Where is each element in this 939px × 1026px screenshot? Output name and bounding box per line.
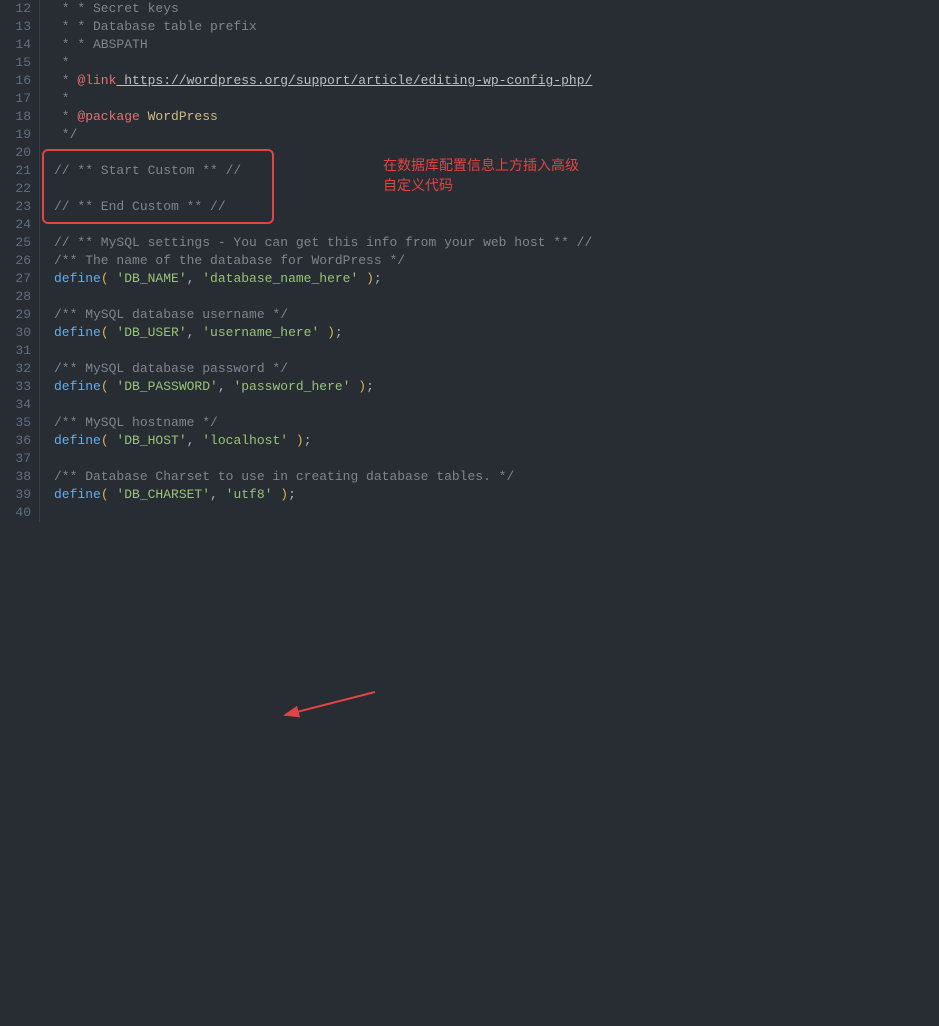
paren: ) (272, 487, 288, 502)
line-number: 23 (0, 198, 31, 216)
line-number: 28 (0, 288, 31, 306)
string: 'DB_HOST' (116, 433, 186, 448)
code-text: // ** End Custom ** // (54, 199, 226, 214)
code-text: // ** MySQL settings - You can get this … (54, 235, 592, 250)
line-number: 16 (0, 72, 31, 90)
string: 'DB_PASSWORD' (116, 379, 217, 394)
code-text: /** MySQL database username */ (54, 307, 288, 322)
paren: ( (101, 379, 117, 394)
doc-tag: @link (77, 73, 116, 88)
code-text: * (54, 55, 70, 70)
paren: ) (319, 325, 335, 340)
keyword: define (54, 271, 101, 286)
code-text: * * Secret keys (54, 1, 179, 16)
code-text: // ** Start Custom ** // (54, 163, 241, 178)
line-number: 19 (0, 126, 31, 144)
string: 'utf8' (226, 487, 273, 502)
string: 'DB_NAME' (116, 271, 186, 286)
code-text: * (54, 109, 77, 124)
code-text: /** MySQL database password */ (54, 361, 288, 376)
line-number: 29 (0, 306, 31, 324)
string: 'DB_CHARSET' (116, 487, 210, 502)
code-text: */ (54, 127, 77, 142)
string: 'database_name_here' (202, 271, 358, 286)
string: 'password_here' (233, 379, 350, 394)
keyword: define (54, 487, 101, 502)
doc-link[interactable]: https://wordpress.org/support/article/ed… (116, 73, 592, 88)
line-number-gutter: 1213141516171819202122232425262728293031… (0, 0, 40, 522)
paren: ) (358, 271, 374, 286)
paren: ( (101, 487, 117, 502)
semicolon: ; (335, 325, 343, 340)
line-number: 21 (0, 162, 31, 180)
code-text: * (54, 91, 70, 106)
semicolon: ; (374, 271, 382, 286)
line-number: 14 (0, 36, 31, 54)
paren: ( (101, 271, 117, 286)
line-number: 22 (0, 180, 31, 198)
string: 'username_here' (202, 325, 319, 340)
code-text: /** Database Charset to use in creating … (54, 469, 514, 484)
line-number: 39 (0, 486, 31, 504)
line-number: 36 (0, 432, 31, 450)
line-number: 33 (0, 378, 31, 396)
line-number: 15 (0, 54, 31, 72)
paren: ( (101, 325, 117, 340)
code-text: * * Database table prefix (54, 19, 257, 34)
line-number: 31 (0, 342, 31, 360)
semicolon: ; (304, 433, 312, 448)
string: 'localhost' (202, 433, 288, 448)
doc-tag: @package (77, 109, 139, 124)
line-number: 12 (0, 0, 31, 18)
comma: , (218, 379, 234, 394)
annotation-text: 在数据库配置信息上方插入高级自定义代码 (383, 155, 583, 195)
doc-package: WordPress (140, 109, 218, 124)
paren: ) (288, 433, 304, 448)
line-number: 35 (0, 414, 31, 432)
keyword: define (54, 325, 101, 340)
line-number: 34 (0, 396, 31, 414)
code-editor[interactable]: 1213141516171819202122232425262728293031… (0, 0, 939, 522)
keyword: define (54, 379, 101, 394)
line-number: 37 (0, 450, 31, 468)
arrow-icon (0, 522, 939, 1026)
line-number: 17 (0, 90, 31, 108)
line-number: 26 (0, 252, 31, 270)
code-area[interactable]: * * Secret keys * * Database table prefi… (40, 0, 939, 522)
line-number: 24 (0, 216, 31, 234)
line-number: 27 (0, 270, 31, 288)
code-text: * (54, 73, 77, 88)
semicolon: ; (288, 487, 296, 502)
line-number: 18 (0, 108, 31, 126)
keyword: define (54, 433, 101, 448)
comma: , (187, 271, 203, 286)
line-number: 40 (0, 504, 31, 522)
paren: ) (350, 379, 366, 394)
string: 'DB_USER' (116, 325, 186, 340)
line-number: 25 (0, 234, 31, 252)
comma: , (210, 487, 226, 502)
code-text: /** MySQL hostname */ (54, 415, 218, 430)
paren: ( (101, 433, 117, 448)
comma: , (187, 433, 203, 448)
line-number: 38 (0, 468, 31, 486)
line-number: 32 (0, 360, 31, 378)
line-number: 30 (0, 324, 31, 342)
code-text: /** The name of the database for WordPre… (54, 253, 405, 268)
comma: , (187, 325, 203, 340)
line-number: 13 (0, 18, 31, 36)
line-number: 20 (0, 144, 31, 162)
semicolon: ; (366, 379, 374, 394)
code-text: * * ABSPATH (54, 37, 148, 52)
